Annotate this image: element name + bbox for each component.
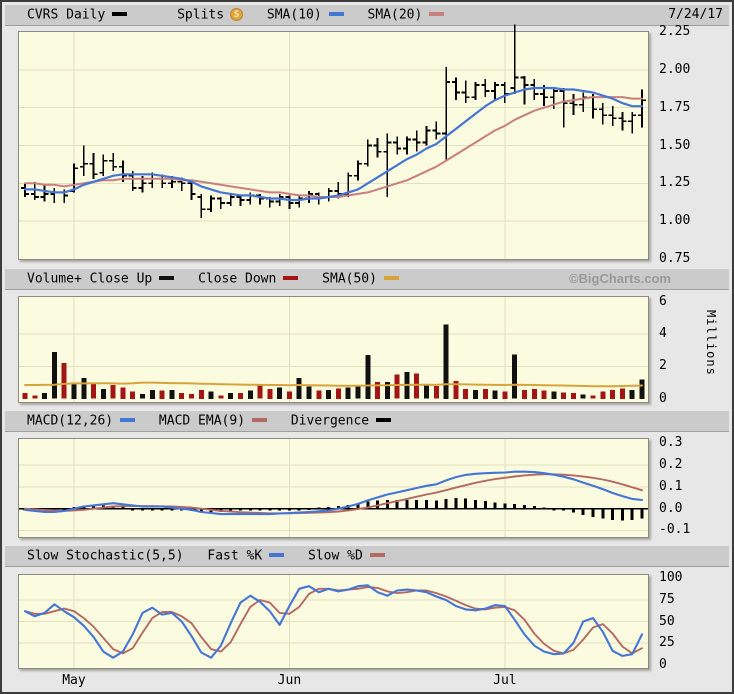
y-tick-label: 2.25 [659, 24, 691, 39]
divergence-dash-icon [376, 417, 392, 422]
y-tick-label: 1.25 [659, 175, 691, 191]
y-tick-label: 0.1 [659, 478, 683, 494]
volume-up-legend: Volume+ Close Up [27, 271, 175, 287]
sma50-dash-icon [383, 275, 399, 280]
y-tick-label: 1.50 [659, 137, 691, 153]
macd-legend: MACD(12,26) [27, 413, 136, 429]
y-tick-label: 0 [659, 390, 667, 406]
close-down-legend: Close Down [198, 271, 299, 287]
volume-up-label: Volume+ Close Up [27, 271, 153, 286]
macd-chart [19, 439, 648, 537]
symbol-legend: CVRS Daily [27, 7, 128, 23]
y-tick-label: 2.00 [659, 61, 691, 77]
macd-plot-area [18, 438, 649, 538]
y-tick-label: 1.75 [659, 99, 691, 115]
close-down-label: Close Down [198, 271, 277, 286]
volume-plot-area [18, 296, 649, 403]
sma20-legend: SMA(20) [367, 7, 445, 23]
sma50-label: SMA(50) [322, 271, 377, 286]
y-tick-label: 0.2 [659, 457, 683, 473]
macd-ema-dash-icon [252, 417, 268, 422]
bigcharts-watermark: ©BigCharts.com [568, 271, 671, 286]
x-tick-label: May [62, 673, 86, 688]
fast-k-legend: Fast %K [207, 548, 285, 564]
sma50-legend: SMA(50) [322, 271, 399, 287]
y-tick-label: 0.3 [659, 435, 683, 451]
volume-up-dash-icon [159, 275, 175, 280]
volume-chart [19, 297, 648, 402]
y-tick-label: 75 [659, 591, 675, 607]
fast-k-label: Fast %K [207, 548, 263, 563]
price-chart [19, 24, 648, 259]
splits-legend: Splits S [177, 7, 244, 23]
sma10-dash-icon [328, 11, 344, 16]
y-tick-label: 25 [659, 635, 675, 651]
volume-panel: Millions 6 4 2 0 [2, 293, 732, 406]
x-tick-label: Jun [277, 673, 302, 688]
y-tick-label: 1.00 [659, 213, 691, 229]
symbol-label: CVRS Daily [27, 7, 106, 22]
y-tick-label: 2 [659, 358, 667, 374]
x-axis-labels: May Jun Jul [2, 669, 732, 692]
price-panel: 2.25 2.00 1.75 1.50 1.25 1.00 0.75 [2, 24, 732, 266]
stochastic-plot-area [18, 574, 649, 669]
chart-date: 7/24/17 [668, 7, 723, 22]
volume-legend-bar: Volume+ Close Up Close Down SMA(50) ©Big… [5, 268, 729, 290]
macd-ema-label: MACD EMA(9) [158, 413, 246, 428]
y-tick-label: 6 [659, 293, 667, 309]
splits-label: Splits [177, 7, 225, 22]
sma20-dash-icon [429, 11, 445, 16]
price-plot-area [18, 24, 649, 260]
fast-k-dash-icon [269, 552, 285, 557]
stochastic-legend-bar: Slow Stochastic(5,5) Fast %K Slow %D [5, 545, 729, 567]
slow-d-label: Slow %D [308, 548, 363, 563]
macd-ema-legend: MACD EMA(9) [158, 413, 268, 429]
sma10-legend: SMA(10) [266, 7, 344, 23]
stochastic-panel: 100 75 50 25 0 [2, 570, 732, 672]
divergence-legend: Divergence [290, 413, 392, 429]
stochastic-chart [19, 575, 648, 668]
stochastic-title-label: Slow Stochastic(5,5) [27, 548, 184, 563]
bigcharts-widget: CVRS Daily Splits S SMA(10) SMA(20) 7/24/… [0, 0, 734, 694]
y-tick-label: 0.75 [659, 251, 691, 266]
y-tick-label: 100 [659, 570, 683, 586]
macd-dash-icon [120, 417, 136, 422]
sma10-label: SMA(10) [266, 7, 322, 22]
y-tick-label: 0.0 [659, 500, 683, 516]
macd-label: MACD(12,26) [27, 413, 114, 428]
price-legend-bar: CVRS Daily Splits S SMA(10) SMA(20) 7/24/… [5, 4, 729, 26]
splits-coin-icon: S [230, 7, 244, 21]
slow-d-dash-icon [369, 552, 385, 557]
price-dash-icon [112, 11, 128, 16]
divergence-label: Divergence [290, 413, 370, 428]
x-tick-label: Jul [493, 673, 517, 688]
y-tick-label: 4 [659, 326, 667, 342]
sma20-label: SMA(20) [367, 7, 423, 22]
slow-d-legend: Slow %D [308, 548, 385, 564]
volume-axis-unit: Millions [704, 310, 718, 376]
close-down-dash-icon [283, 275, 299, 280]
y-tick-label: 50 [659, 613, 675, 629]
y-tick-label: -0.1 [659, 522, 691, 538]
stochastic-title-legend: Slow Stochastic(5,5) [27, 548, 184, 564]
macd-panel: 0.3 0.2 0.1 0.0 -0.1 [2, 435, 732, 538]
macd-legend-bar: MACD(12,26) MACD EMA(9) Divergence [5, 410, 729, 432]
